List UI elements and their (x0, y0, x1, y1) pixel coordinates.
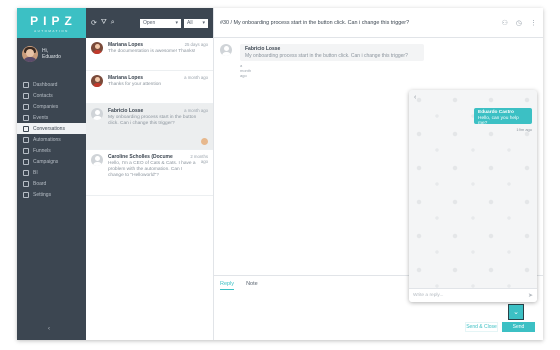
back-arrow-icon[interactable]: ‹ (414, 94, 416, 101)
conversation-header: #30 / My onboarding process start in the… (214, 8, 543, 38)
sidebar-item-campaigns[interactable]: Campaigns (17, 156, 86, 167)
sidebar-item-label: Settings (33, 191, 52, 198)
list-toolbar: ⟳ ⛛ ⌕ Open ▾ All ▾ (86, 8, 213, 38)
clock-icon[interactable]: ◷ (516, 19, 522, 27)
events-icon (23, 114, 29, 121)
campaigns-icon (23, 158, 29, 165)
assignee-avatar (201, 138, 208, 145)
widget-message-time: 19m ago (516, 127, 532, 132)
avatar (220, 44, 232, 56)
conversations-icon (23, 125, 29, 132)
sidebar-item-contacts[interactable]: Contacts (17, 90, 86, 101)
contacts-icon (23, 92, 29, 99)
sidebar-item-label: Events (33, 114, 49, 121)
widget-message-bubble: Eduardo Castro Hello, can you help me? (474, 108, 532, 126)
conversation-item-selected[interactable]: Fabricio Losse a month ago My onboarding… (86, 104, 213, 150)
board-icon (23, 180, 29, 187)
widget-reply-input[interactable]: Write a reply... ➤ (409, 288, 537, 302)
user-icon[interactable]: ⚇ (502, 19, 508, 27)
sidebar-item-label: Board (33, 180, 47, 187)
app-window: PIPZ AUTOMATION Hi, Eduardo Dashboard Co… (17, 8, 543, 340)
companies-icon (23, 103, 29, 110)
more-options-icon[interactable]: ⋮ (530, 19, 537, 27)
sidebar-item-conversations[interactable]: Conversations (17, 123, 90, 134)
conversation-time: 25 days ago (184, 42, 208, 47)
dashboard-icon (23, 81, 29, 88)
tab-reply[interactable]: Reply (220, 281, 235, 290)
funnels-icon (23, 147, 29, 154)
assignee-select-value: All (187, 20, 193, 26)
sidebar: PIPZ AUTOMATION Hi, Eduardo Dashboard Co… (17, 8, 90, 340)
avatar (91, 108, 103, 120)
sidebar-item-label: Companies (33, 103, 59, 110)
refresh-icon[interactable]: ⟳ (91, 19, 97, 27)
sidebar-item-label: BI (33, 169, 38, 176)
search-icon[interactable]: ⌕ (111, 19, 115, 27)
conversation-item[interactable]: Mariana Lopes a month ago Thanks for you… (86, 71, 213, 104)
conversation-preview: Thanks for your attention (108, 82, 162, 87)
page-title: #30 / My onboarding process start in the… (220, 19, 410, 26)
chat-widget: ‹ Eduardo Castro Hello, can you help me?… (409, 90, 537, 302)
assignee-select[interactable]: All ▾ (184, 18, 208, 28)
conversation-time: a month ago (184, 108, 208, 113)
message-bubble: Fabricio Losse My onboarding process sta… (240, 44, 424, 61)
sidebar-item-label: Dashboard (33, 81, 58, 88)
status-select[interactable]: Open ▾ (140, 18, 181, 28)
sidebar-item-funnels[interactable]: Funnels (17, 145, 86, 156)
conversation-preview: The documentation is awesome! Thanks! (108, 49, 196, 54)
sidebar-item-label: Conversations (33, 125, 65, 132)
sidebar-nav: Dashboard Contacts Companies Events Conv… (17, 79, 90, 200)
avatar (91, 42, 103, 54)
conversation-item[interactable]: Caroline Scholles (Docume 2 months ago H… (86, 150, 213, 196)
sidebar-item-label: Automations (33, 136, 61, 143)
conversation-preview: My onboarding process start in the butto… (108, 115, 197, 126)
conversation-name: Caroline Scholles (Docume (108, 154, 173, 160)
chevron-down-icon: ▾ (202, 20, 205, 26)
status-select-value: Open (143, 20, 156, 26)
message-text: My onboarding process start in the butto… (245, 53, 408, 59)
message-time: a month ago (240, 63, 252, 78)
conversation-preview: Hello, I'm a CEO of Cats & Cats. I have … (108, 161, 196, 178)
brand-logo[interactable]: PIPZ AUTOMATION (17, 8, 86, 38)
automations-icon (23, 136, 29, 143)
tab-note[interactable]: Note (246, 281, 258, 290)
sidebar-item-events[interactable]: Events (17, 112, 86, 123)
sidebar-item-settings[interactable]: Settings (17, 189, 86, 200)
sidebar-item-board[interactable]: Board (17, 178, 86, 189)
logo-tagline: AUTOMATION (34, 28, 69, 33)
send-arrow-icon[interactable]: ➤ (528, 292, 533, 299)
sidebar-item-label: Contacts (33, 92, 53, 99)
settings-icon (23, 191, 29, 198)
widget-reply-placeholder: Write a reply... (413, 293, 444, 298)
bi-icon (23, 169, 29, 176)
collapse-sidebar-icon[interactable]: ‹ (48, 326, 50, 332)
conversation-time: a month ago (184, 75, 208, 80)
filter-icon[interactable]: ⛛ (101, 19, 107, 27)
send-button[interactable]: Send (502, 322, 535, 332)
logo-text: PIPZ (30, 13, 77, 28)
widget-message-author: Eduardo Castro (478, 110, 514, 115)
chevron-down-icon: ▾ (175, 20, 178, 26)
avatar (91, 154, 103, 166)
conversation-time: 2 months ago (190, 154, 208, 164)
chevron-down-icon: ⌄ (513, 309, 519, 316)
widget-launcher-button[interactable]: ⌄ (508, 304, 524, 320)
sidebar-item-label: Campaigns (33, 158, 59, 165)
sidebar-item-automations[interactable]: Automations (17, 134, 86, 145)
conversation-list: ⟳ ⛛ ⌕ Open ▾ All ▾ Mariana Lopes 25 days a… (86, 8, 214, 340)
sidebar-item-label: Funnels (33, 147, 51, 154)
message-author: Fabricio Losse (245, 46, 281, 52)
sidebar-item-companies[interactable]: Companies (17, 101, 86, 112)
user-profile[interactable]: Hi, Eduardo (17, 38, 86, 70)
send-and-close-button[interactable]: Send & Close (465, 322, 498, 332)
avatar (91, 75, 103, 87)
conversation-item[interactable]: Mariana Lopes 25 days ago The documentat… (86, 38, 213, 71)
sidebar-item-bi[interactable]: BI (17, 167, 86, 178)
sidebar-item-dashboard[interactable]: Dashboard (17, 79, 86, 90)
widget-message-text: Hello, can you help me? (478, 116, 519, 126)
user-name: Eduardo (42, 54, 61, 60)
avatar (22, 46, 38, 62)
